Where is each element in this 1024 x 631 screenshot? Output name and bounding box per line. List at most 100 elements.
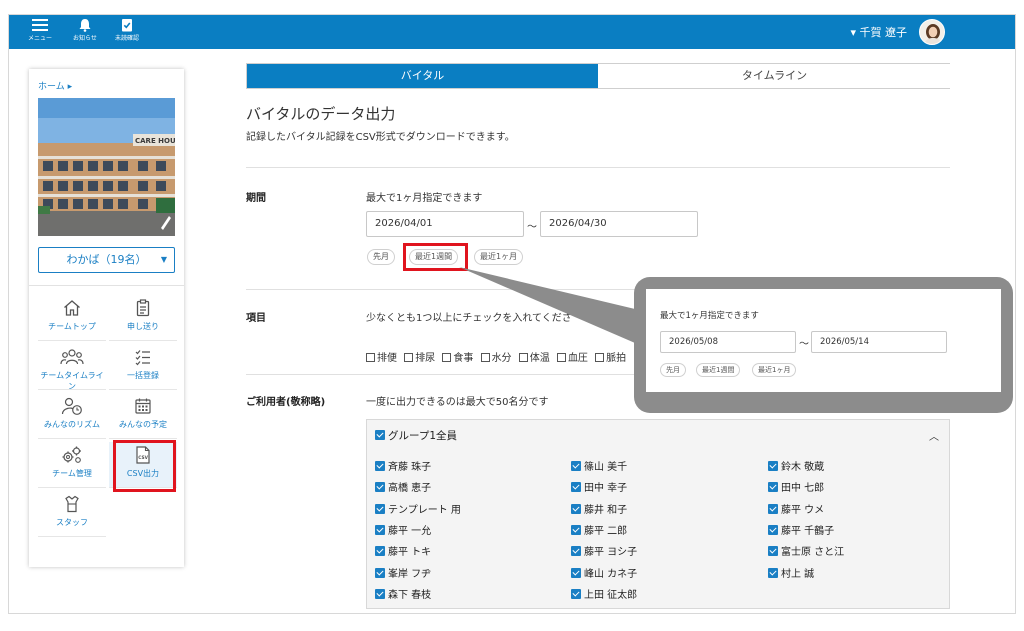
checked-icon (571, 588, 581, 599)
nav-label: チーム管理 (52, 469, 92, 478)
user-name: 田中 幸子 (584, 483, 628, 495)
nav-label: チームタイムライン (40, 371, 104, 391)
nav-team-top[interactable]: チームトップ (38, 295, 106, 341)
item-check-stool[interactable]: 排便 (366, 353, 397, 364)
user-name: 藤平 ウメ (781, 504, 825, 516)
preset-last-1month[interactable]: 最近1ヶ月 (474, 249, 524, 265)
checked-icon (571, 567, 581, 578)
nav-team-management[interactable]: チーム管理 (38, 442, 106, 488)
callout-note: 最大で1ヶ月指定できます (660, 311, 759, 321)
callout-pointer (459, 267, 635, 343)
notice-button[interactable]: お知らせ (70, 18, 100, 42)
user-name: 斉藤 珠子 (388, 462, 432, 473)
users-panel: グループ1全員 ︿ 斉藤 珠子高橋 恵子テンプレート 用藤平 一允藤平 トキ峯岸… (366, 419, 950, 609)
callout-to-input: 2026/05/14 (811, 331, 947, 353)
page-title: バイタルのデータ出力 (246, 105, 396, 123)
preset-last-month[interactable]: 先月 (367, 249, 395, 265)
checked-icon (768, 546, 778, 557)
callout-panel: 最大で1ヶ月指定できます 2026/05/08 〜 2026/05/14 先月 … (646, 289, 1001, 392)
period-tilde: 〜 (527, 222, 537, 233)
callout-tilde: 〜 (799, 339, 809, 350)
checked-icon (375, 546, 385, 557)
user-checkbox[interactable]: 篠山 美千 (571, 458, 627, 473)
nav-bulk-register[interactable]: 一括登録 (109, 344, 177, 390)
nav-label: スタッフ (56, 518, 88, 527)
user-checkbox[interactable]: 藤平 二郎 (571, 522, 627, 537)
user-checkbox[interactable]: 斉藤 珠子 (375, 458, 431, 473)
period-to-input[interactable]: 2026/04/30 (540, 211, 698, 237)
checked-icon (768, 567, 778, 578)
user-name: 峯岸 フヂ (388, 568, 432, 580)
user-checkbox[interactable]: 藤平 千鶴子 (768, 522, 834, 537)
user-checkbox[interactable]: 高橋 恵子 (375, 479, 431, 494)
unconfirmed-button[interactable]: 未読確認 (109, 18, 145, 42)
team-select[interactable]: わかば（19名） ▼ (38, 247, 175, 273)
nav-everyone-rhythm[interactable]: みんなのリズム (38, 393, 106, 439)
nav-team-timeline[interactable]: チームタイムライン (38, 344, 106, 391)
zoom-callout: 最大で1ヶ月指定できます 2026/05/08 〜 2026/05/14 先月 … (634, 277, 1013, 413)
user-checkbox[interactable]: 峯岸 フヂ (375, 565, 431, 580)
user-checkbox[interactable]: 田中 七郎 (768, 479, 824, 494)
bell-icon (79, 19, 91, 32)
checklist-icon (135, 350, 150, 366)
user-name: 鈴木 敬蔵 (781, 462, 825, 473)
team-select-label: わかば（19名） (66, 253, 147, 266)
user-name: 富士原 さと江 (781, 547, 845, 559)
user-checkbox[interactable]: 藤平 ウメ (768, 501, 824, 516)
user-checkbox[interactable]: 藤平 トキ (375, 543, 431, 558)
user-checkbox[interactable]: 村上 誠 (768, 565, 814, 580)
user-checkbox[interactable]: 藤平 一允 (375, 522, 431, 537)
menu-button[interactable]: メニュー (25, 18, 55, 42)
user-name: 高橋 恵子 (388, 483, 432, 495)
checked-icon (375, 588, 385, 599)
checked-icon (571, 482, 581, 493)
sidebar: ホーム ▸ CARE HOUS (29, 69, 184, 567)
user-name: テンプレート 用 (388, 504, 461, 516)
caret-down-icon: ▼ (160, 255, 167, 264)
user-menu[interactable]: ▾ 千賀 遼子 (850, 24, 907, 40)
user-name: 藤平 一允 (388, 525, 432, 537)
period-from-input[interactable]: 2026/04/01 (366, 211, 524, 237)
user-checkbox[interactable]: 峰山 カネ子 (571, 565, 637, 580)
user-checkbox[interactable]: 藤井 和子 (571, 501, 627, 516)
period-label: 期間 (246, 193, 266, 204)
checked-icon (571, 524, 581, 535)
group-all-check[interactable]: グループ1全員 (375, 428, 457, 443)
notice-label: お知らせ (73, 35, 97, 42)
nav-everyone-schedule[interactable]: みんなの予定 (109, 393, 177, 439)
tab-vital[interactable]: バイタル (247, 64, 598, 88)
period-note: 最大で1ヶ月指定できます (366, 193, 483, 204)
checked-icon (375, 524, 385, 535)
user-checkbox[interactable]: テンプレート 用 (375, 501, 461, 516)
csv-highlight-box (113, 440, 176, 492)
user-name: 篠山 美千 (584, 462, 628, 473)
user-checkbox[interactable]: 富士原 さと江 (768, 543, 844, 558)
user-checkbox[interactable]: 鈴木 敬蔵 (768, 458, 824, 473)
nav-handover[interactable]: 申し送り (109, 295, 177, 341)
calendar-icon (135, 398, 151, 414)
avatar[interactable] (919, 19, 945, 45)
nav-staff[interactable]: スタッフ (38, 491, 106, 537)
divider (246, 167, 950, 168)
tab-timeline[interactable]: タイムライン (599, 64, 950, 88)
checkbox-icon (404, 353, 414, 362)
checked-icon (571, 461, 581, 471)
checked-icon (375, 567, 385, 578)
checked-icon (375, 461, 385, 471)
user-checkbox[interactable]: 上田 征太郎 (571, 586, 637, 601)
user-name: 峰山 カネ子 (584, 568, 638, 580)
app-frame: メニュー お知らせ 未読確認 ▾ 千賀 遼子 ホーム ▸ CARE HO わかば… (8, 14, 1016, 614)
user-photo-icon (920, 20, 944, 44)
chevron-up-icon[interactable]: ︿ (929, 428, 939, 443)
breadcrumb[interactable]: ホーム ▸ (38, 79, 72, 92)
user-checkbox[interactable]: 田中 幸子 (571, 479, 627, 494)
callout-preset-last-1month: 最近1ヶ月 (752, 363, 797, 377)
gears-icon (62, 446, 81, 463)
user-checkbox[interactable]: 森下 春枝 (375, 586, 431, 601)
user-checkbox[interactable]: 藤平 ヨシ子 (571, 543, 637, 558)
item-check-urine[interactable]: 排尿 (404, 353, 435, 364)
item-label: 排尿 (415, 353, 436, 364)
page-subtitle: 記録したバイタル記録をCSV形式でダウンロードできます。 (246, 132, 515, 143)
items-label: 項目 (246, 313, 266, 324)
nav-label: チームトップ (48, 322, 96, 331)
